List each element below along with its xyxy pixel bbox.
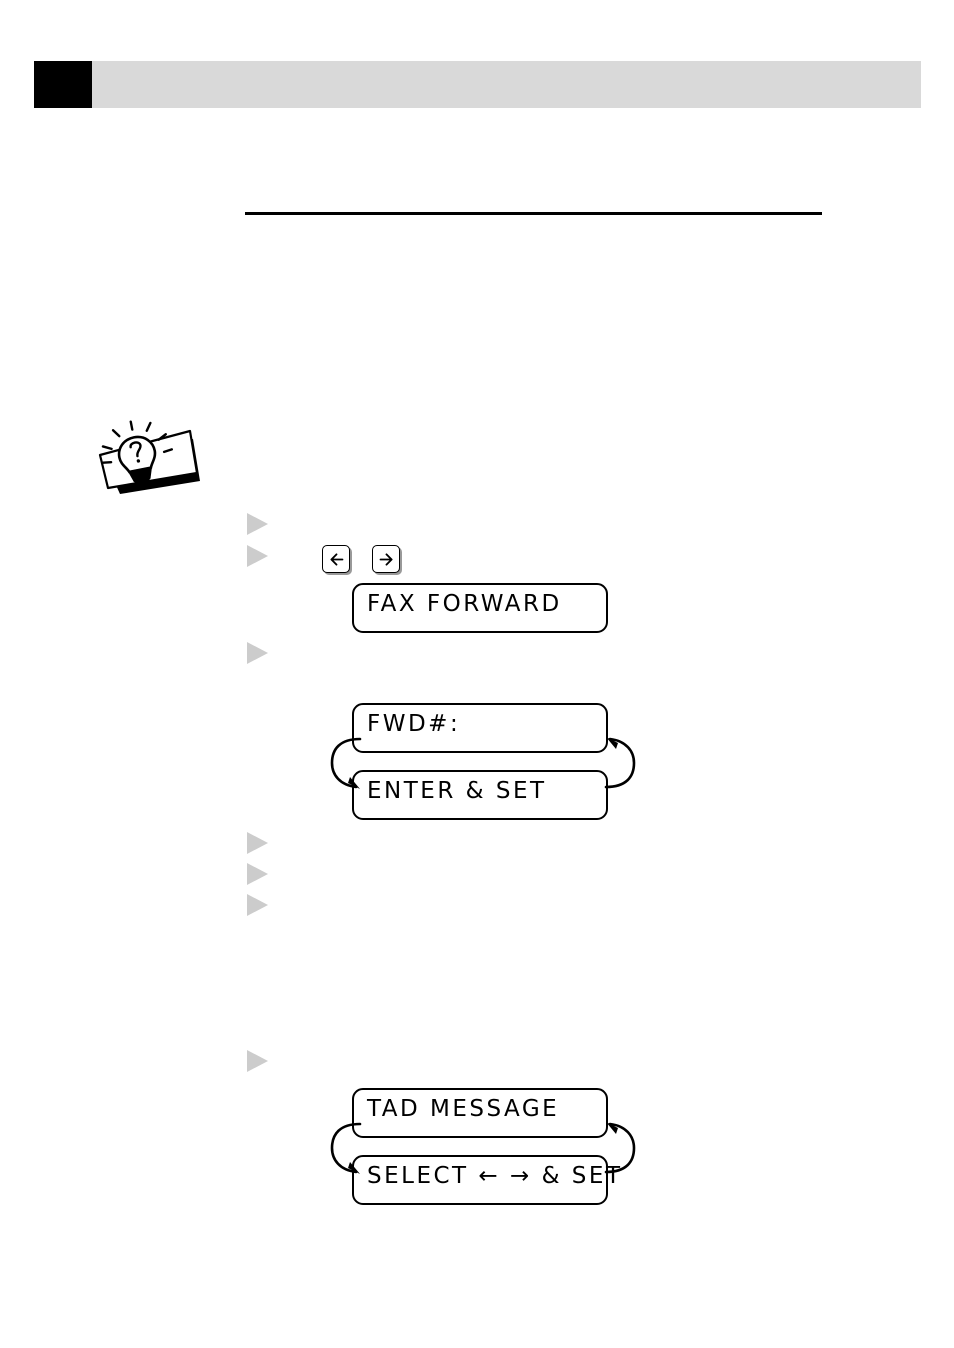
list-bullet [247, 1050, 268, 1072]
lcd-alternation-arrow-right [600, 735, 640, 795]
right-arrow-key[interactable] [372, 545, 400, 573]
lcd-line-text: FWD#: [367, 711, 461, 737]
list-bullet [247, 832, 268, 854]
manual-page: FAX FORWARD FWD#: ENTER & SET TAD MESSAG… [0, 0, 954, 1348]
lcd-display-fwd-number: FWD#: [352, 703, 608, 753]
lcd-alternation-arrow-left [326, 1120, 366, 1180]
lcd-line-text: TAD MESSAGE [367, 1096, 560, 1122]
lcd-display-enter-set: ENTER & SET [352, 770, 608, 820]
lcd-alternation-arrow-left [326, 735, 366, 795]
lcd-line-text: SELECT ← → & SET [367, 1163, 623, 1189]
list-bullet [247, 513, 268, 535]
left-arrow-key[interactable] [322, 545, 350, 573]
lcd-display-select-set: SELECT ← → & SET [352, 1155, 620, 1205]
lightbulb-tip-icon [80, 395, 205, 495]
page-header-band [92, 61, 921, 108]
chapter-number-tab [34, 61, 92, 108]
lcd-display-tad-message: TAD MESSAGE [352, 1088, 608, 1138]
left-arrow-icon [329, 552, 343, 566]
lcd-line-text: FAX FORWARD [367, 591, 562, 617]
section-divider [245, 212, 822, 215]
right-arrow-icon [379, 552, 393, 566]
lcd-display-fax-forward: FAX FORWARD [352, 583, 608, 633]
list-bullet [247, 894, 268, 916]
list-bullet [247, 545, 268, 567]
list-bullet [247, 642, 268, 664]
lcd-alternation-arrow-right [600, 1120, 640, 1180]
list-bullet [247, 863, 268, 885]
lcd-line-text: ENTER & SET [367, 778, 547, 804]
